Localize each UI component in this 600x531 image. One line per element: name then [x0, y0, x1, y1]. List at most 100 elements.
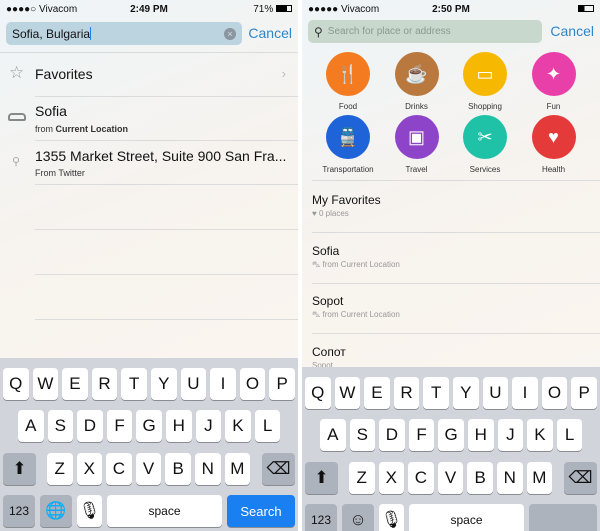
key-s[interactable]: S — [349, 419, 376, 451]
delete-key[interactable]: ⌫ — [564, 462, 597, 494]
search-value: Sofia, Bulgaria — [12, 26, 91, 41]
key-f[interactable]: F — [106, 410, 133, 442]
key-q[interactable]: Q — [3, 368, 29, 400]
category-services[interactable]: ✂ Services — [451, 115, 519, 174]
space-key[interactable]: space — [107, 495, 222, 527]
car-icon: ⛍ — [312, 310, 321, 319]
row-title: 1355 Market Street, Suite 900 San Fra... — [35, 148, 287, 164]
row-title: Сопот — [312, 344, 346, 359]
key-r[interactable]: R — [91, 368, 118, 400]
star-icon: ☆ — [9, 63, 25, 82]
return-key[interactable] — [529, 504, 597, 531]
key-c[interactable]: C — [106, 453, 132, 485]
key-g[interactable]: G — [136, 410, 162, 442]
key-z[interactable]: Z — [349, 462, 375, 494]
key-w[interactable]: W — [32, 368, 59, 400]
category-food[interactable]: 🍴 Food — [314, 52, 382, 111]
key-y[interactable]: Y — [151, 368, 177, 400]
key-e[interactable]: E — [62, 368, 88, 400]
key-b[interactable]: B — [467, 462, 493, 494]
microphone-icon[interactable]: 🎙 — [77, 495, 102, 527]
key-a[interactable]: A — [320, 419, 346, 451]
key-k[interactable]: K — [527, 419, 553, 451]
key-g[interactable]: G — [438, 419, 464, 451]
key-v[interactable]: V — [135, 453, 162, 485]
space-key[interactable]: space — [409, 504, 524, 531]
key-i[interactable]: I — [210, 368, 236, 400]
key-j[interactable]: J — [195, 410, 222, 442]
category-transportation[interactable]: 🚆 Transportation — [314, 115, 382, 174]
key-u[interactable]: U — [482, 377, 509, 409]
key-p[interactable]: P — [571, 377, 597, 409]
key-p[interactable]: P — [269, 368, 295, 400]
category-health[interactable]: ♥ Health — [520, 115, 588, 174]
search-key[interactable]: Search — [227, 495, 295, 527]
key-l[interactable]: L — [556, 419, 583, 451]
shift-key[interactable]: ⬆ — [3, 453, 36, 485]
key-o[interactable]: O — [239, 368, 266, 400]
key-l[interactable]: L — [254, 410, 281, 442]
cancel-button[interactable]: Cancel — [550, 23, 594, 39]
key-d[interactable]: D — [379, 419, 405, 451]
cancel-button[interactable]: Cancel — [248, 25, 292, 41]
key-i[interactable]: I — [512, 377, 538, 409]
key-k[interactable]: K — [225, 410, 251, 442]
key-m[interactable]: M — [224, 453, 251, 485]
key-z[interactable]: Z — [47, 453, 73, 485]
fork-knife-icon: 🍴 — [326, 52, 370, 96]
numbers-key[interactable]: 123 — [3, 495, 35, 527]
emoji-icon[interactable]: ☺ — [342, 504, 374, 531]
category-travel[interactable]: ▣ Travel — [383, 115, 451, 174]
key-c[interactable]: C — [408, 462, 434, 494]
key-f[interactable]: F — [408, 419, 435, 451]
key-j[interactable]: J — [497, 419, 524, 451]
microphone-icon[interactable]: 🎙 — [379, 504, 404, 531]
key-x[interactable]: X — [76, 453, 103, 485]
numbers-key[interactable]: 123 — [305, 504, 337, 531]
category-drinks[interactable]: ☕ Drinks — [383, 52, 451, 111]
battery-icon — [578, 4, 594, 12]
right-screen: ●●●●● Vivacom 2:50 PM ⚲ Search for place… — [302, 0, 600, 531]
key-a[interactable]: A — [18, 410, 44, 442]
key-o[interactable]: O — [541, 377, 568, 409]
globe-icon[interactable]: 🌐 — [40, 495, 72, 527]
key-x[interactable]: X — [378, 462, 405, 494]
car-train-icon: 🚆 — [326, 115, 370, 159]
key-h[interactable]: H — [166, 410, 192, 442]
search-icon: ⚲ — [12, 156, 21, 168]
search-icon: ⚲ — [314, 24, 323, 39]
clock: 2:49 PM — [130, 3, 168, 15]
key-s[interactable]: S — [47, 410, 74, 442]
left-screen: ●●●●○ Vivacom 2:49 PM 71% Sofia, Bulgari… — [0, 0, 298, 531]
key-n[interactable]: N — [195, 453, 221, 485]
key-v[interactable]: V — [437, 462, 464, 494]
bag-icon: ▭ — [463, 52, 507, 96]
clear-icon[interactable]: × — [224, 27, 236, 40]
key-w[interactable]: W — [334, 377, 361, 409]
status-bar: ●●●●● Vivacom 2:50 PM — [308, 2, 594, 16]
search-input[interactable]: ⚲ Search for place or address — [308, 20, 542, 43]
key-t[interactable]: T — [423, 377, 449, 409]
key-q[interactable]: Q — [305, 377, 331, 409]
key-y[interactable]: Y — [453, 377, 479, 409]
key-d[interactable]: D — [77, 410, 103, 442]
shift-key[interactable]: ⬆ — [305, 462, 338, 494]
battery-icon — [276, 4, 292, 12]
search-input[interactable]: Sofia, Bulgaria × — [6, 22, 242, 45]
delete-key[interactable]: ⌫ — [262, 453, 295, 485]
key-m[interactable]: M — [526, 462, 553, 494]
row-title: Sofia — [312, 243, 340, 258]
key-h[interactable]: H — [468, 419, 494, 451]
key-t[interactable]: T — [121, 368, 147, 400]
key-n[interactable]: N — [497, 462, 523, 494]
row-sub: from Current Location — [322, 259, 400, 269]
category-label: Shopping — [468, 102, 502, 111]
category-shopping[interactable]: ▭ Shopping — [451, 52, 519, 111]
key-r[interactable]: R — [393, 377, 420, 409]
category-fun[interactable]: ✦ Fun — [520, 52, 588, 111]
key-e[interactable]: E — [364, 377, 390, 409]
key-u[interactable]: U — [180, 368, 207, 400]
search-placeholder: Search for place or address — [327, 26, 451, 37]
key-b[interactable]: B — [165, 453, 191, 485]
ticket-icon: ✦ — [531, 52, 576, 96]
